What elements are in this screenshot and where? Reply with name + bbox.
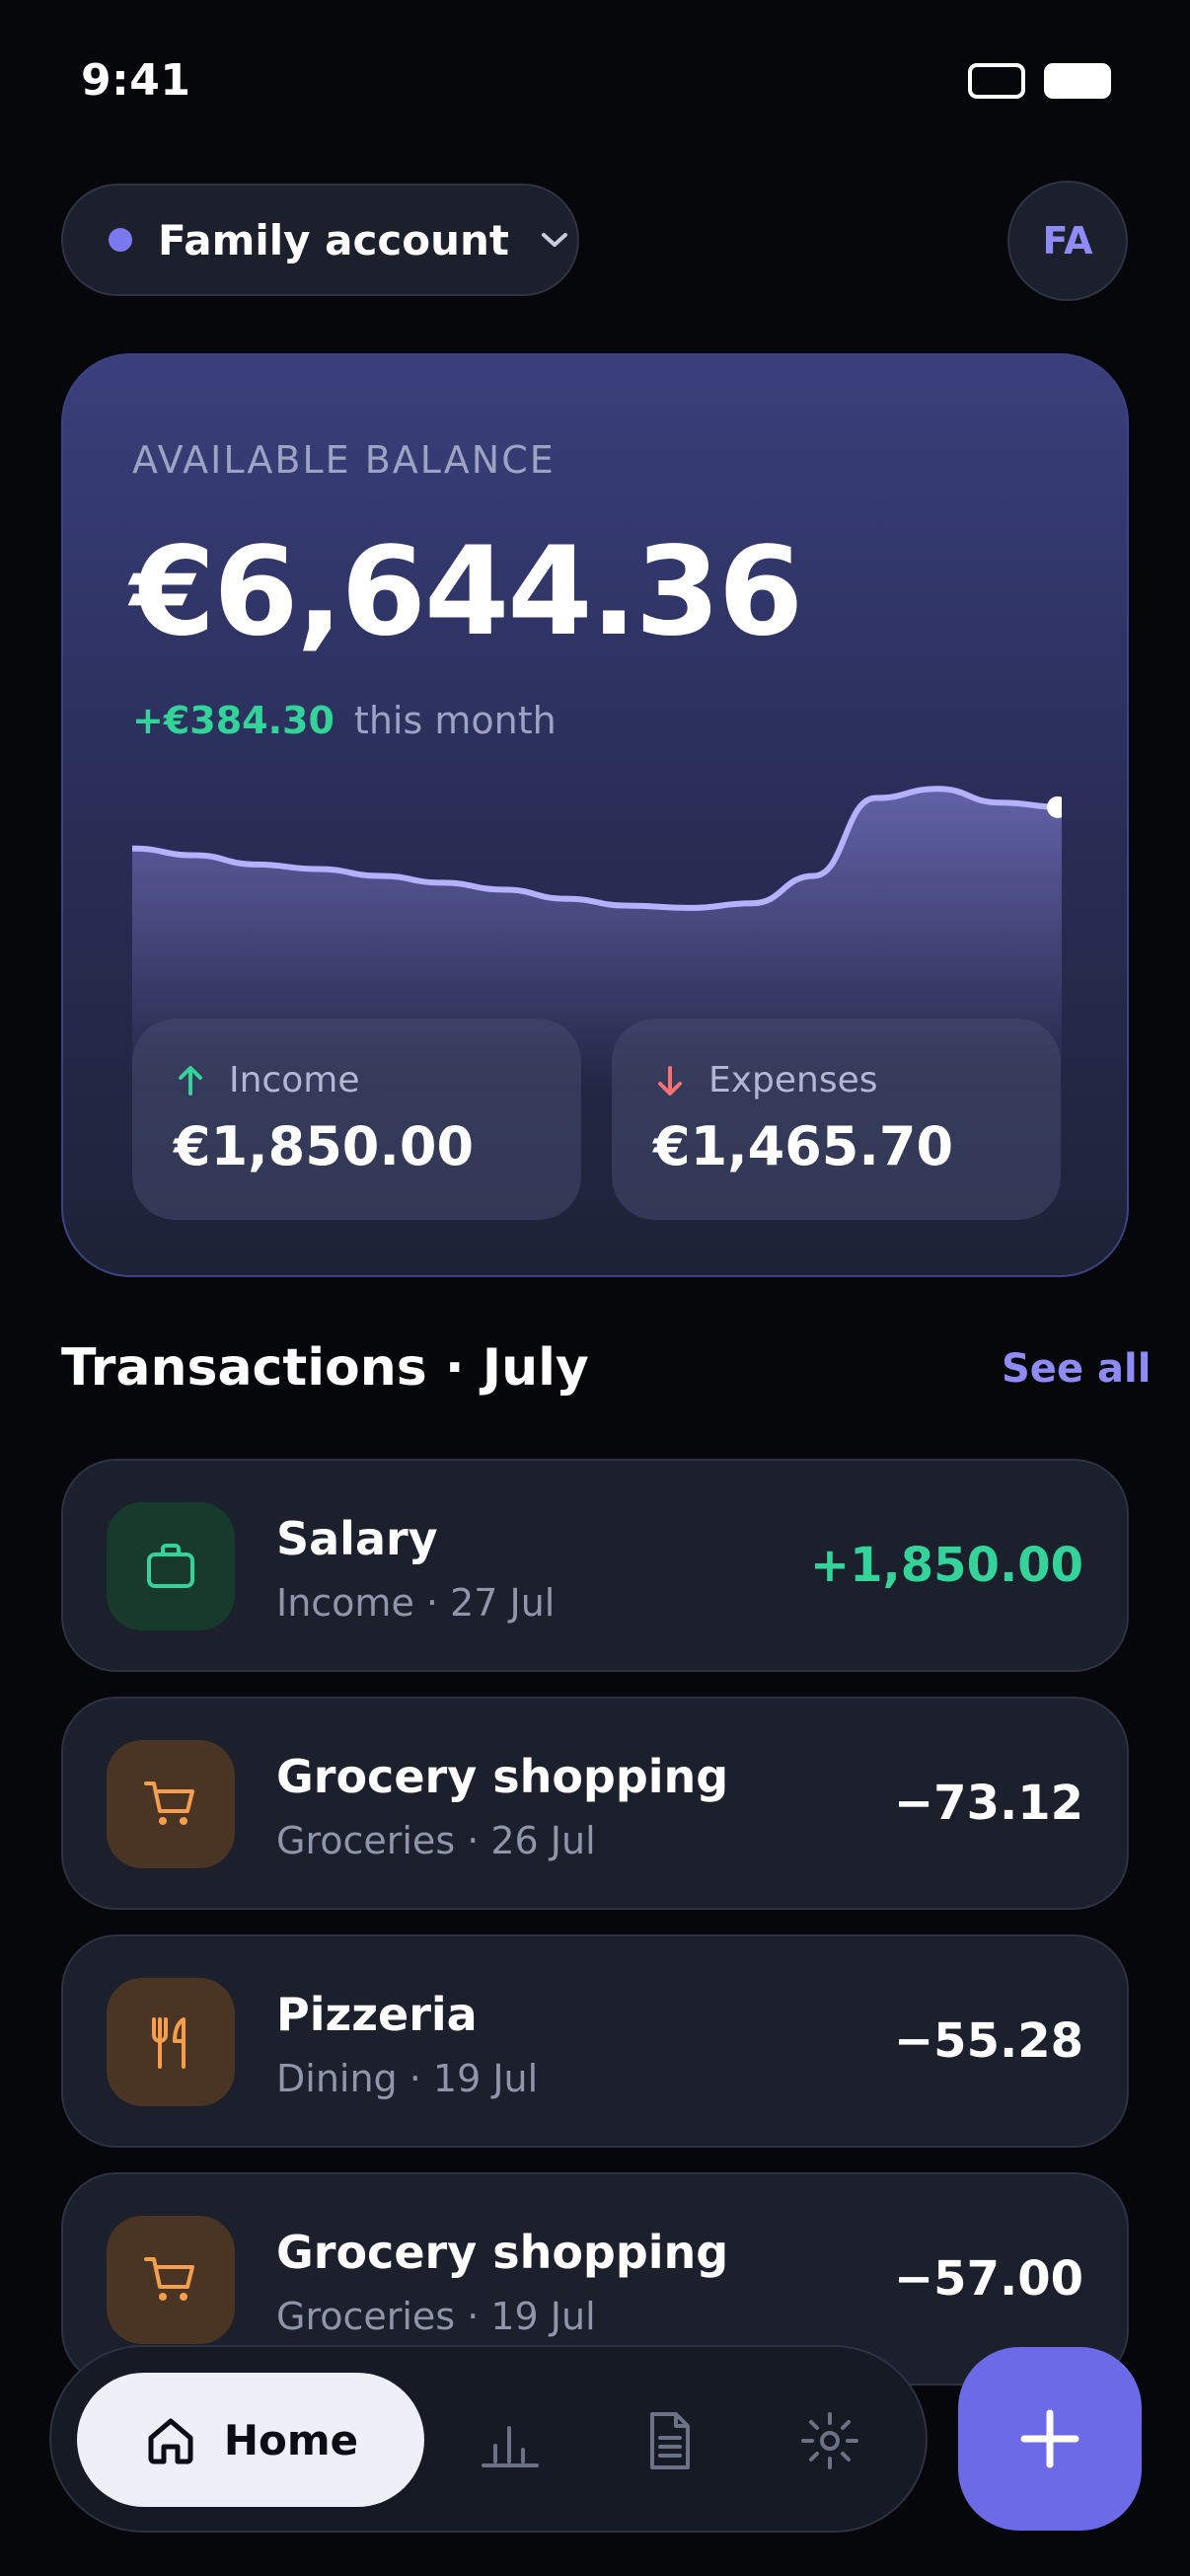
balance-change: +€384.30 this month <box>132 699 557 742</box>
transaction-row[interactable]: Grocery shopping Groceries · 26 Jul −73.… <box>61 1697 1129 1910</box>
arrow-down-icon <box>658 1065 682 1096</box>
transaction-subtitle: Groceries · 19 Jul <box>276 2295 596 2338</box>
balance-amount: €6,644.36 <box>130 521 803 663</box>
transaction-row[interactable]: Pizzeria Dining · 19 Jul −55.28 <box>61 1934 1129 2148</box>
bottom-nav: Home <box>49 2345 928 2533</box>
settings-icon <box>801 2412 858 2469</box>
status-indicator-icon <box>968 63 1025 99</box>
transaction-amount: −57.00 <box>893 2251 1083 2307</box>
transactions-title: Transactions · July <box>61 1338 589 1398</box>
nav-home-label: Home <box>223 2415 359 2464</box>
expenses-label: Expenses <box>708 1060 878 1100</box>
transaction-title: Grocery shopping <box>276 2226 729 2279</box>
account-color-dot <box>109 228 132 252</box>
transaction-title: Pizzeria <box>276 1988 478 2041</box>
nav-documents-button[interactable] <box>626 2396 714 2485</box>
transaction-amount: +1,850.00 <box>809 1538 1083 1593</box>
expenses-value: €1,465.70 <box>653 1115 954 1177</box>
transaction-subtitle: Dining · 19 Jul <box>276 2057 539 2100</box>
income-value: €1,850.00 <box>174 1115 475 1177</box>
cart-icon <box>144 2257 194 2301</box>
income-label: Income <box>229 1060 360 1100</box>
add-transaction-button[interactable] <box>958 2347 1142 2531</box>
transaction-amount: −73.12 <box>893 1776 1083 1831</box>
account-switcher[interactable]: Family account <box>61 184 579 296</box>
plus-icon <box>1020 2409 1079 2468</box>
transaction-subtitle: Income · 27 Jul <box>276 1581 556 1625</box>
arrow-up-icon <box>179 1065 202 1096</box>
balance-label: AVAILABLE BALANCE <box>132 438 556 482</box>
income-summary[interactable]: Income €1,850.00 <box>132 1019 581 1220</box>
nav-home-button[interactable]: Home <box>77 2373 424 2507</box>
balance-card: AVAILABLE BALANCE €6,644.36 +€384.30 thi… <box>61 353 1129 1277</box>
transaction-amount: −55.28 <box>893 2013 1083 2069</box>
nav-stats-button[interactable] <box>466 2396 555 2485</box>
transaction-row[interactable]: Salary Income · 27 Jul +1,850.00 <box>61 1459 1129 1672</box>
nav-settings-button[interactable] <box>785 2396 874 2485</box>
account-name: Family account <box>158 215 509 265</box>
status-time: 9:41 <box>81 55 191 106</box>
expenses-summary[interactable]: Expenses €1,465.70 <box>612 1019 1061 1220</box>
home-icon <box>148 2418 193 2464</box>
chart-icon <box>482 2426 539 2467</box>
briefcase-icon <box>147 1544 194 1588</box>
balance-change-amount: +€384.30 <box>132 699 335 742</box>
battery-icon <box>1044 63 1111 99</box>
document-icon <box>650 2412 690 2469</box>
transaction-title: Grocery shopping <box>276 1750 729 1803</box>
transaction-title: Salary <box>276 1512 438 1565</box>
transaction-subtitle: Groceries · 26 Jul <box>276 1819 596 1862</box>
avatar[interactable]: FA <box>1007 181 1128 301</box>
cart-icon <box>144 1781 194 1825</box>
balance-change-label: this month <box>353 699 557 742</box>
utensils-icon <box>152 2017 186 2069</box>
chevron-down-icon <box>537 222 572 258</box>
see-all-link[interactable]: See all <box>1002 1346 1151 1392</box>
